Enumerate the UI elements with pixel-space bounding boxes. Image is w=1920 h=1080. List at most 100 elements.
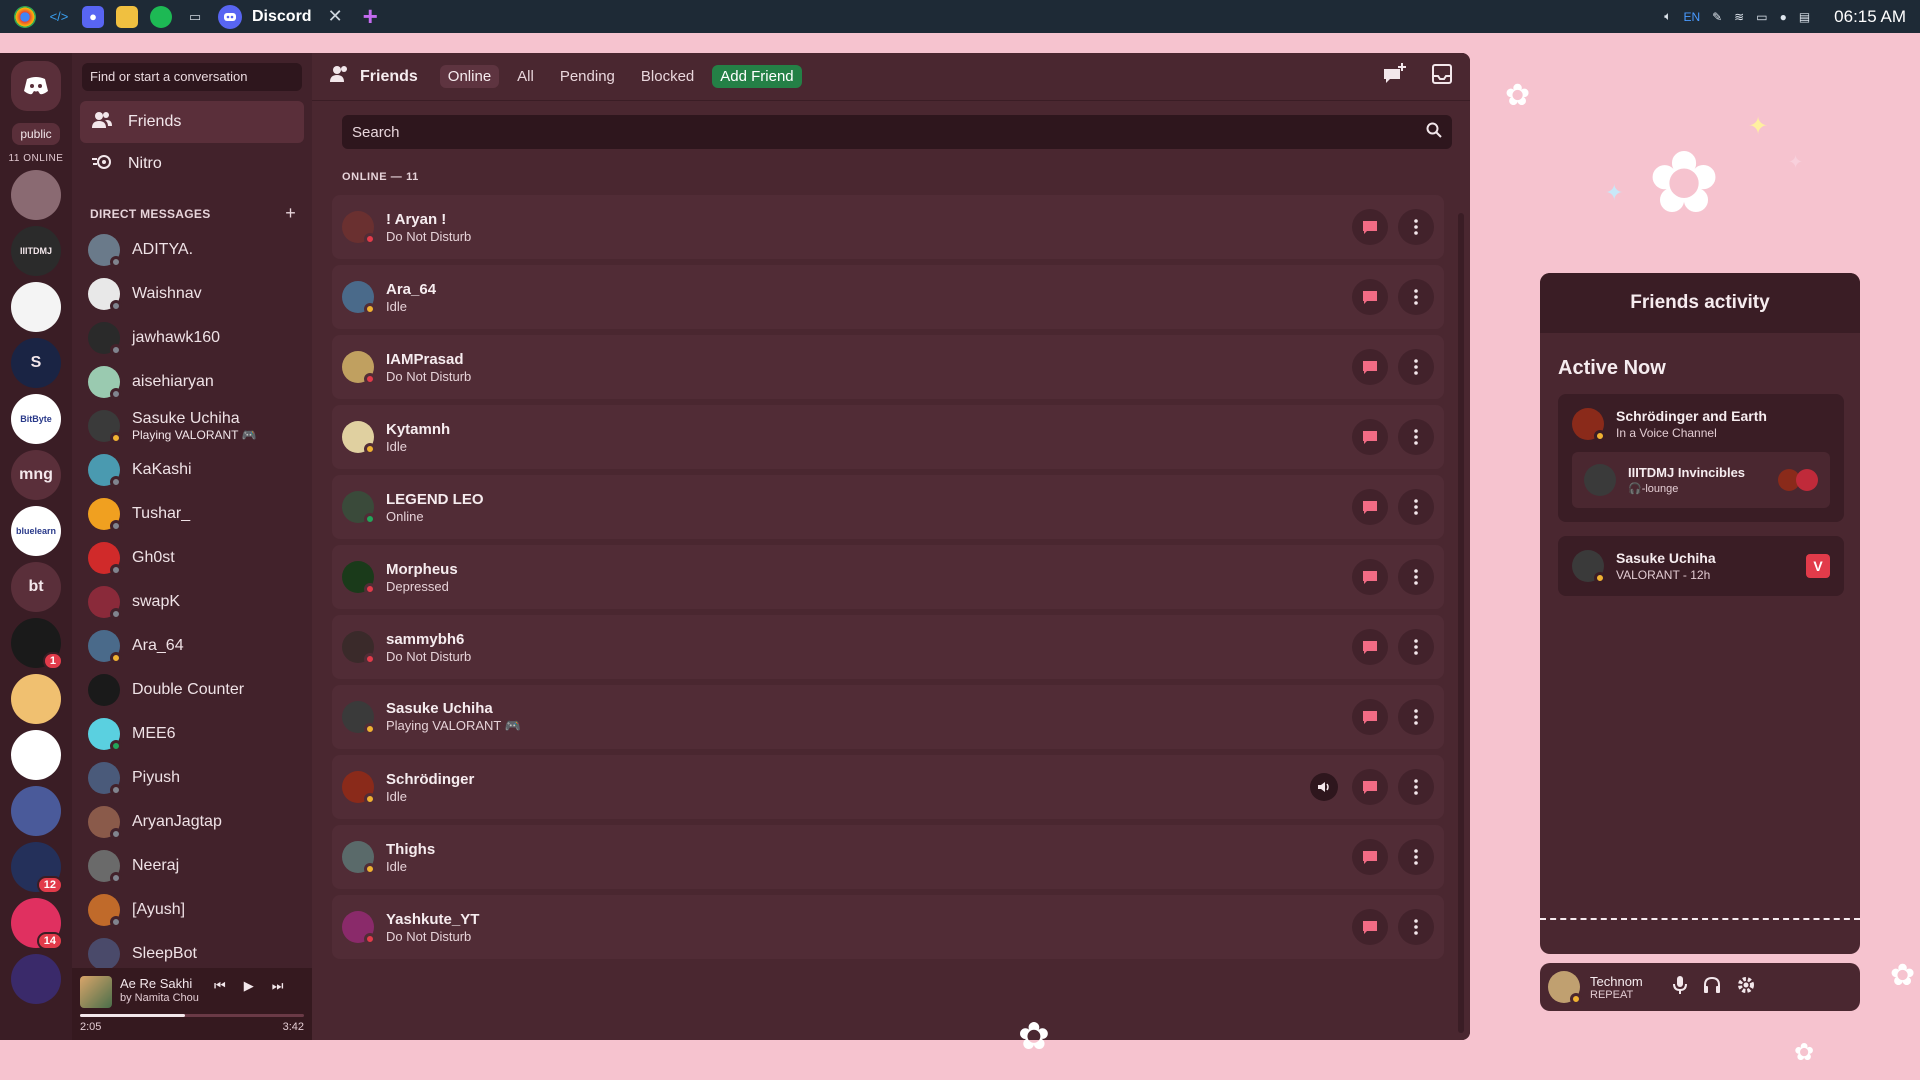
server-pixel[interactable] xyxy=(11,674,61,724)
play-icon[interactable]: ▶ xyxy=(244,978,254,994)
gamepad-icon[interactable]: ▭ xyxy=(184,6,206,28)
public-pill[interactable]: public xyxy=(12,123,60,145)
friend-row[interactable]: Ara_64 Idle xyxy=(332,265,1444,329)
dm-item[interactable]: Neeraj xyxy=(80,844,304,888)
display-icon[interactable]: ▤ xyxy=(1799,10,1810,24)
message-icon[interactable] xyxy=(1352,699,1388,735)
server-bluelearn[interactable]: bluelearn xyxy=(11,506,61,556)
friend-row[interactable]: IAMPrasad Do Not Disturb xyxy=(332,335,1444,399)
friend-row[interactable]: Yashkute_YT Do Not Disturb xyxy=(332,895,1444,959)
server-pink[interactable]: 14 xyxy=(11,898,63,950)
files-icon[interactable] xyxy=(116,5,138,28)
server-anime[interactable] xyxy=(11,170,61,220)
dm-item[interactable]: KaKashi xyxy=(80,448,304,492)
more-options-icon[interactable] xyxy=(1398,769,1434,805)
server-face[interactable] xyxy=(11,786,61,836)
message-icon[interactable] xyxy=(1352,559,1388,595)
tab-pending[interactable]: Pending xyxy=(552,65,623,88)
server-fire[interactable] xyxy=(11,730,61,780)
server-mng[interactable]: mng xyxy=(11,450,61,500)
message-icon[interactable] xyxy=(1352,629,1388,665)
dm-item[interactable]: MEE6 xyxy=(80,712,304,756)
more-options-icon[interactable] xyxy=(1398,909,1434,945)
more-options-icon[interactable] xyxy=(1398,839,1434,875)
dm-item[interactable]: Waishnav xyxy=(80,272,304,316)
lang-indicator[interactable]: EN xyxy=(1683,10,1700,24)
tab-blocked[interactable]: Blocked xyxy=(633,65,702,88)
friends-search-input[interactable]: Search xyxy=(342,115,1452,149)
friend-row[interactable]: Morpheus Depressed xyxy=(332,545,1444,609)
more-options-icon[interactable] xyxy=(1398,349,1434,385)
spotify-icon[interactable] xyxy=(150,5,172,28)
new-tab-icon[interactable]: + xyxy=(363,1,378,32)
more-options-icon[interactable] xyxy=(1398,559,1434,595)
more-options-icon[interactable] xyxy=(1398,699,1434,735)
server-iiitdmj[interactable]: IIITDMJ xyxy=(11,226,61,276)
track-progress[interactable] xyxy=(80,1014,304,1017)
dm-item[interactable]: jawhawk160 xyxy=(80,316,304,360)
pen-icon[interactable]: ✎ xyxy=(1712,10,1722,24)
voice-channel-card[interactable]: IIITDMJ Invincibles 🎧-lounge xyxy=(1572,452,1830,508)
server-bitbyte[interactable]: BitByte xyxy=(11,394,61,444)
friends-scrollbar[interactable] xyxy=(1458,213,1464,1033)
message-icon[interactable] xyxy=(1352,209,1388,245)
friend-row[interactable]: Kytamnh Idle xyxy=(332,405,1444,469)
dm-item[interactable]: Sasuke Uchiha Playing VALORANT 🎮 xyxy=(80,404,304,448)
activity-card-game[interactable]: Sasuke Uchiha VALORANT - 12h V xyxy=(1558,536,1844,596)
user-avatar[interactable] xyxy=(1548,971,1582,1005)
friend-row[interactable]: Sasuke Uchiha Playing VALORANT 🎮 xyxy=(332,685,1444,749)
server-purple[interactable] xyxy=(11,954,61,1004)
tab-all[interactable]: All xyxy=(509,65,542,88)
server-red[interactable] xyxy=(11,282,61,332)
friend-row[interactable]: LEGEND LEO Online xyxy=(332,475,1444,539)
inbox-icon[interactable] xyxy=(1432,64,1452,89)
wifi-icon[interactable]: ≋ xyxy=(1734,10,1744,24)
server-mix[interactable]: 12 xyxy=(11,842,63,894)
discord-taskbar-icon[interactable]: ● xyxy=(82,5,104,28)
more-options-icon[interactable] xyxy=(1398,419,1434,455)
create-dm-icon[interactable]: + xyxy=(285,203,296,224)
headphones-icon[interactable] xyxy=(1703,976,1721,999)
dm-item[interactable]: Ara_64 xyxy=(80,624,304,668)
dm-item[interactable]: swapK xyxy=(80,580,304,624)
more-options-icon[interactable] xyxy=(1398,629,1434,665)
dm-item[interactable]: AryanJagtap xyxy=(80,800,304,844)
message-icon[interactable] xyxy=(1352,419,1388,455)
friend-row[interactable]: Thighs Idle xyxy=(332,825,1444,889)
message-icon[interactable] xyxy=(1352,839,1388,875)
close-icon[interactable]: ✕ xyxy=(328,6,343,27)
previous-icon[interactable]: ⏮ xyxy=(214,978,226,994)
message-icon[interactable] xyxy=(1352,909,1388,945)
dm-item[interactable]: Double Counter xyxy=(80,668,304,712)
chrome-icon[interactable] xyxy=(14,5,36,28)
more-options-icon[interactable] xyxy=(1398,489,1434,525)
nav-friends[interactable]: Friends xyxy=(80,101,304,143)
dm-item[interactable]: Gh0st xyxy=(80,536,304,580)
discord-tray-icon[interactable]: ● xyxy=(1780,10,1787,24)
server-bt[interactable]: bt xyxy=(11,562,61,612)
more-options-icon[interactable] xyxy=(1398,209,1434,245)
battery-icon[interactable]: ▭ xyxy=(1756,10,1767,24)
friend-row[interactable]: Schrödinger Idle xyxy=(332,755,1444,819)
message-icon[interactable] xyxy=(1352,279,1388,315)
home-button[interactable] xyxy=(11,61,61,111)
message-icon[interactable] xyxy=(1352,769,1388,805)
volume-icon[interactable]: 🔈︎ xyxy=(1664,9,1671,24)
settings-gear-icon[interactable] xyxy=(1737,976,1755,999)
tab-online[interactable]: Online xyxy=(439,65,500,88)
active-app[interactable]: Discord ✕ + xyxy=(218,1,378,32)
dm-item[interactable]: ADITYA. xyxy=(80,228,304,272)
add-friend-button[interactable]: Add Friend xyxy=(712,65,802,88)
more-options-icon[interactable] xyxy=(1398,279,1434,315)
nav-nitro[interactable]: Nitro xyxy=(80,143,304,185)
friend-row[interactable]: ! Aryan ! Do Not Disturb xyxy=(332,195,1444,259)
microphone-icon[interactable] xyxy=(1672,975,1687,999)
vscode-icon[interactable]: </> xyxy=(48,6,70,28)
dm-search-input[interactable]: Find or start a conversation xyxy=(82,63,302,91)
dm-item[interactable]: [Ayush] xyxy=(80,888,304,932)
activity-card-voice[interactable]: Schrödinger and Earth In a Voice Channel… xyxy=(1558,394,1844,522)
friend-row[interactable]: sammybh6 Do Not Disturb xyxy=(332,615,1444,679)
message-icon[interactable] xyxy=(1352,489,1388,525)
new-group-dm-icon[interactable] xyxy=(1382,63,1406,90)
message-icon[interactable] xyxy=(1352,349,1388,385)
